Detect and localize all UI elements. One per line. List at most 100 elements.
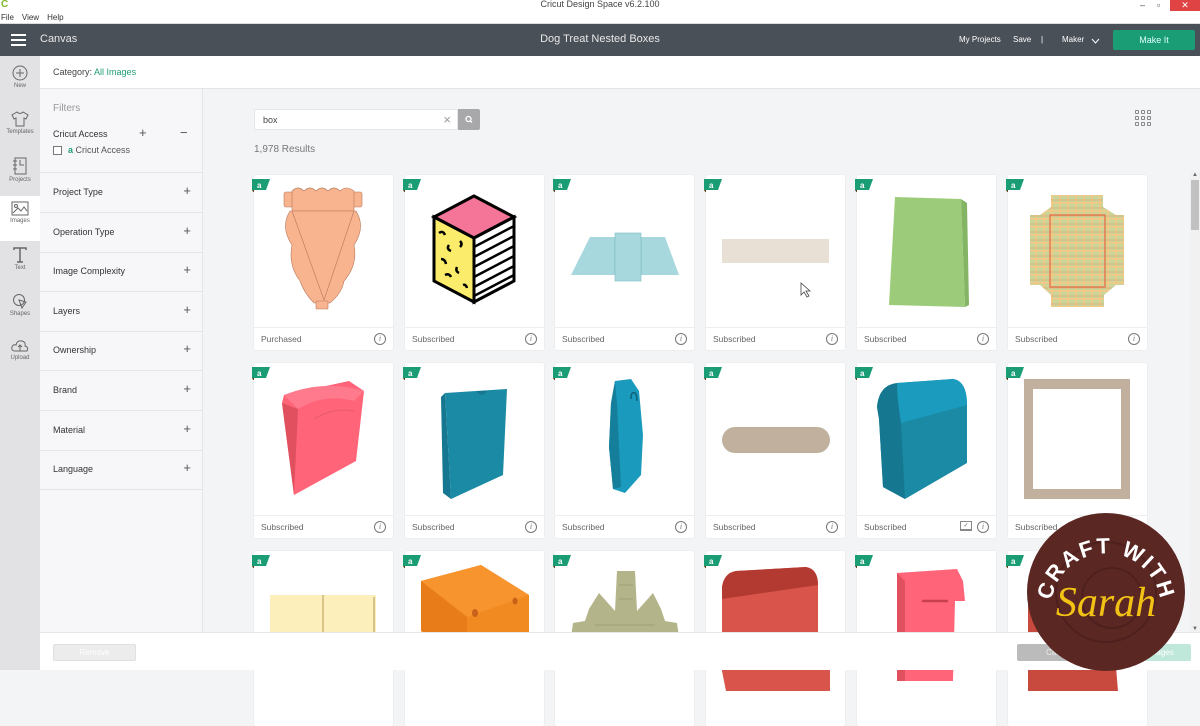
- machine-select[interactable]: Maker: [1062, 35, 1084, 44]
- chevron-down-icon[interactable]: [1091, 38, 1100, 44]
- search-input[interactable]: box ×: [254, 109, 458, 130]
- nav-label: Projects: [9, 177, 31, 183]
- image-card[interactable]: aSubscribedi: [553, 363, 694, 538]
- filter-language[interactable]: Language +: [40, 450, 203, 491]
- image-card[interactable]: aSubscribedi: [252, 363, 393, 538]
- filter-operation-type[interactable]: Operation Type +: [40, 213, 203, 253]
- expand-plus-icon[interactable]: +: [183, 183, 191, 198]
- card-image[interactable]: [706, 175, 845, 327]
- card-image[interactable]: [405, 551, 544, 703]
- filter-ownership[interactable]: Ownership +: [40, 331, 203, 372]
- close-button[interactable]: ✕: [1170, 0, 1200, 11]
- card-image[interactable]: [254, 175, 393, 327]
- cricut-access-badge-icon: a: [1006, 555, 1024, 568]
- info-icon[interactable]: i: [525, 333, 537, 345]
- image-card[interactable]: aSubscribedi: [855, 175, 996, 350]
- green-box-artwork: [889, 197, 969, 307]
- search-button[interactable]: [458, 109, 480, 130]
- card-image[interactable]: [405, 175, 544, 327]
- image-card[interactable]: aSubscribedi: [553, 175, 694, 350]
- expand-plus-icon[interactable]: +: [183, 381, 191, 396]
- image-card[interactable]: aSubscribedi: [704, 175, 845, 350]
- info-icon[interactable]: i: [977, 333, 989, 345]
- image-card[interactable]: aSubscribedi: [1006, 175, 1147, 350]
- expand-plus-icon[interactable]: +: [183, 262, 191, 277]
- filters-title: Filters: [53, 103, 81, 114]
- remove-button[interactable]: Remove: [53, 644, 136, 661]
- category-link[interactable]: All Images: [94, 67, 136, 77]
- expand-plus-icon[interactable]: +: [183, 460, 191, 475]
- card-image[interactable]: [857, 175, 996, 327]
- image-card[interactable]: aSubscribedi: [1006, 363, 1147, 538]
- filter-project-type[interactable]: Project Type +: [40, 173, 203, 213]
- minimize-button[interactable]: –: [1140, 0, 1145, 10]
- menu-file[interactable]: File: [1, 13, 14, 22]
- info-icon[interactable]: i: [1128, 333, 1140, 345]
- card-image[interactable]: [254, 363, 393, 515]
- nav-text[interactable]: Text: [0, 242, 40, 287]
- card-image[interactable]: [706, 551, 845, 703]
- info-icon[interactable]: i: [374, 521, 386, 533]
- card-footer: Purchased i: [254, 327, 393, 350]
- collapse-minus-icon[interactable]: −: [180, 125, 188, 140]
- expand-plus-icon[interactable]: +: [183, 341, 191, 356]
- expand-plus-icon[interactable]: +: [139, 125, 147, 140]
- laptop-icon[interactable]: ✓: [960, 521, 972, 531]
- svg-text:a: a: [257, 369, 262, 378]
- info-icon[interactable]: i: [826, 521, 838, 533]
- cricut-access-checkbox[interactable]: [53, 146, 62, 155]
- card-image[interactable]: [857, 551, 996, 703]
- menu-help[interactable]: Help: [47, 13, 63, 22]
- card-image[interactable]: [405, 363, 544, 515]
- nav-projects[interactable]: Projects: [0, 152, 40, 197]
- menu-view[interactable]: View: [22, 13, 39, 22]
- cricut-access-checkbox-label[interactable]: a Cricut Access: [68, 145, 130, 155]
- image-card[interactable]: aSubscribedi: [403, 175, 544, 350]
- card-image[interactable]: [254, 551, 393, 703]
- nav-templates[interactable]: Templates: [0, 106, 40, 151]
- scroll-up-arrow[interactable]: ▲: [1192, 172, 1198, 178]
- image-card[interactable]: a Subscribed ✓ i: [855, 363, 996, 538]
- search-value[interactable]: box: [263, 115, 278, 125]
- card-image[interactable]: [1008, 175, 1147, 327]
- expand-plus-icon[interactable]: +: [183, 421, 191, 436]
- info-icon[interactable]: i: [675, 521, 687, 533]
- filter-brand[interactable]: Brand +: [40, 371, 203, 411]
- info-icon[interactable]: i: [374, 333, 386, 345]
- text-icon: [13, 247, 27, 263]
- cricut-access-badge-icon: a: [403, 367, 421, 380]
- info-icon[interactable]: i: [826, 333, 838, 345]
- card-footer: Subscribed i: [706, 327, 845, 350]
- restore-button[interactable]: ▫: [1157, 0, 1160, 10]
- expand-plus-icon[interactable]: +: [183, 223, 191, 238]
- image-card[interactable]: aSubscribedi: [403, 363, 544, 538]
- results-scrollbar[interactable]: ▲ ▼: [1190, 172, 1200, 632]
- filter-material[interactable]: Material +: [40, 411, 203, 451]
- nav-shapes[interactable]: Shapes: [0, 288, 40, 333]
- grid-view-icon[interactable]: [1135, 110, 1152, 127]
- info-icon[interactable]: i: [977, 521, 989, 533]
- expand-plus-icon[interactable]: +: [183, 302, 191, 317]
- filter-layers[interactable]: Layers +: [40, 292, 203, 332]
- nav-images[interactable]: Images: [0, 196, 40, 241]
- card-image[interactable]: [555, 363, 694, 515]
- save-link[interactable]: Save: [1013, 35, 1031, 44]
- nav-new[interactable]: New: [0, 60, 40, 105]
- scroll-thumb[interactable]: [1191, 180, 1199, 230]
- card-image[interactable]: [555, 175, 694, 327]
- make-it-button[interactable]: Make It: [1113, 30, 1195, 50]
- card-image[interactable]: [706, 363, 845, 515]
- red-box-artwork: [722, 567, 830, 691]
- card-image[interactable]: [1008, 363, 1147, 515]
- my-projects-link[interactable]: My Projects: [959, 35, 1001, 44]
- card-image[interactable]: [555, 551, 694, 703]
- info-icon[interactable]: i: [525, 521, 537, 533]
- nav-upload[interactable]: Upload: [0, 334, 40, 379]
- card-image[interactable]: [857, 363, 996, 515]
- filter-image-complexity[interactable]: Image Complexity +: [40, 252, 203, 293]
- image-card[interactable]: a Purchased i: [252, 175, 393, 350]
- image-card[interactable]: aSubscribedi: [704, 363, 845, 538]
- info-icon[interactable]: i: [675, 333, 687, 345]
- hamburger-menu-icon[interactable]: [11, 34, 26, 46]
- clear-search-icon[interactable]: ×: [443, 112, 451, 127]
